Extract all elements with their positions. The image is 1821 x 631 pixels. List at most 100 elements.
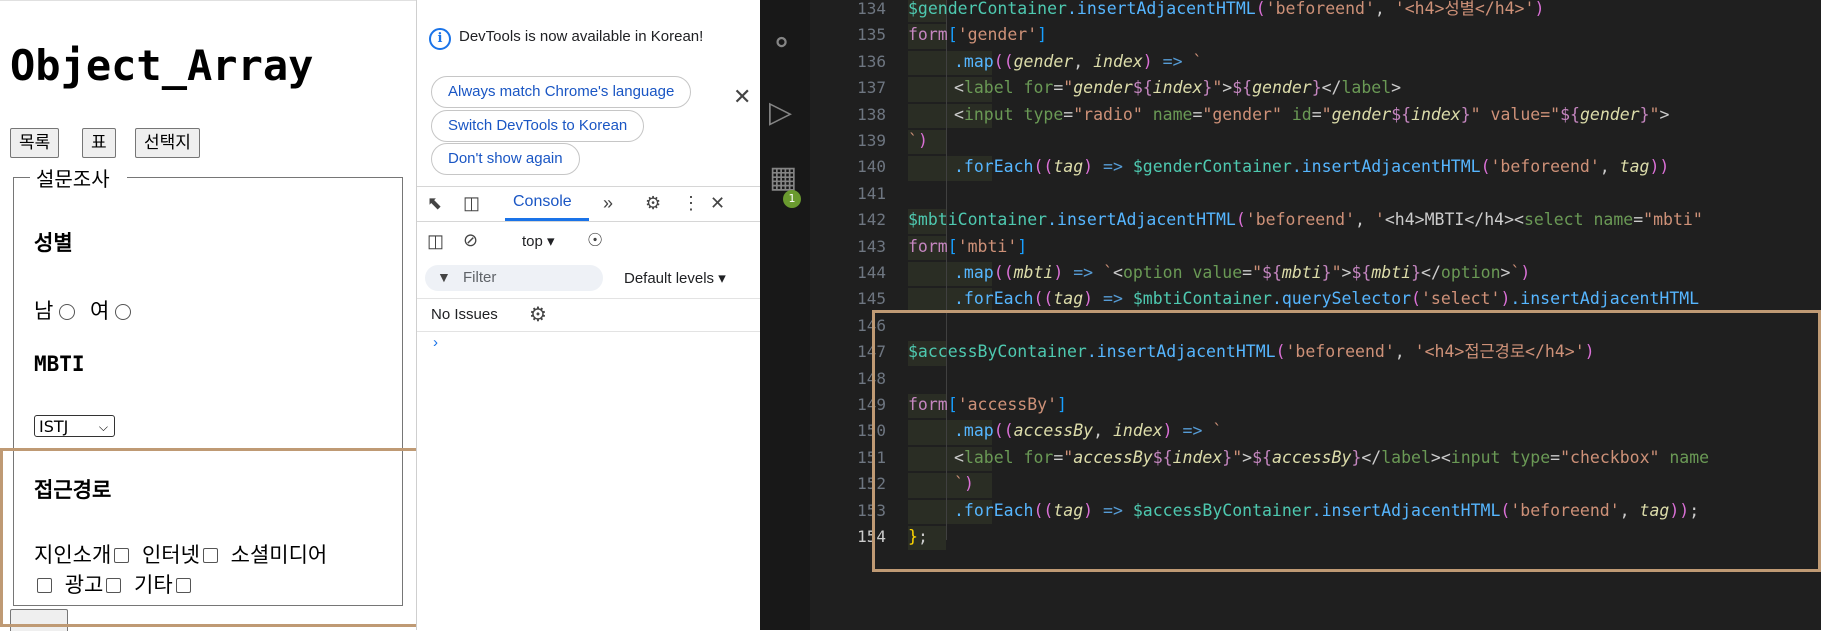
sidebar-toggle-icon[interactable]: ◫: [427, 231, 444, 252]
devtools-toolbar: ⬉ ◫ Console » ⚙ ⋮ ✕: [417, 186, 760, 222]
list-button[interactable]: 목록: [10, 128, 60, 158]
code-line: form['gender']: [908, 25, 1048, 45]
dont-show-again-button[interactable]: Don't show again: [431, 143, 580, 175]
console-prompt-icon[interactable]: ›: [433, 334, 438, 351]
access-label: 기타: [134, 573, 173, 597]
code-line: <label for="accessBy${index}">${accessBy…: [954, 447, 1710, 467]
line-number: 137: [857, 78, 886, 98]
line-number: 151: [857, 447, 886, 467]
code-line: $genderContainer.insertAdjacentHTML('bef…: [908, 0, 1545, 18]
indent-guide: [946, 0, 947, 540]
filter-icon: ▼: [437, 269, 451, 285]
gender-radio-male[interactable]: [59, 304, 76, 320]
line-number: 147: [857, 342, 886, 362]
log-levels-dropdown[interactable]: Default levels ▾: [624, 269, 726, 287]
code-line: .map((accessBy, index) => `: [954, 421, 1223, 441]
more-options-icon[interactable]: ⋮: [682, 193, 700, 214]
activity-bar: ⚬ ▷ ▦ 1: [760, 0, 810, 630]
gender-heading: 성별: [34, 231, 73, 255]
line-number: 142: [857, 210, 886, 230]
line-number: 152: [857, 474, 886, 494]
context-select[interactable]: top ▾: [522, 232, 555, 250]
line-number: 141: [857, 183, 886, 203]
code-line: .map((gender, index) => `: [954, 51, 1203, 71]
code-area[interactable]: $genderContainer.insertAdjacentHTML('bef…: [908, 0, 1821, 630]
fieldset-border: [127, 177, 402, 178]
line-number: 135: [857, 25, 886, 45]
context-value: top: [522, 233, 543, 250]
line-number: 145: [857, 289, 886, 309]
more-tabs-icon[interactable]: »: [603, 193, 613, 214]
fieldset-legend: 설문조사: [36, 167, 110, 191]
source-control-icon[interactable]: ⚬: [769, 26, 794, 61]
line-number: 134: [857, 0, 886, 18]
line-number: 136: [857, 51, 886, 71]
survey-fieldset: 설문조사 성별 남 여 MBTI ISTJ ⌵ 접근경로 지인소개 인터넷 소셜…: [13, 167, 403, 606]
page-title: Object_Array: [10, 41, 314, 90]
access-checkbox[interactable]: [114, 547, 130, 563]
access-checkbox[interactable]: [37, 577, 52, 593]
partially-hidden-button[interactable]: [10, 609, 68, 631]
table-button[interactable]: 표: [82, 128, 116, 158]
filter-input[interactable]: [425, 265, 603, 291]
close-icon[interactable]: ✕: [733, 84, 751, 110]
code-line: .forEach((tag) => $genderContainer.inser…: [954, 157, 1670, 177]
line-number: 143: [857, 236, 886, 256]
chevron-down-icon: ⌵: [98, 420, 108, 434]
code-line: <input type="radio" name="gender" id="ge…: [954, 104, 1670, 124]
access-checkbox[interactable]: [202, 547, 218, 563]
always-match-language-button[interactable]: Always match Chrome's language: [431, 76, 692, 108]
devtools-panel: i DevTools is now available in Korean! A…: [416, 0, 760, 630]
code-line: form['accessBy']: [908, 395, 1067, 414]
access-label: 인터넷: [141, 543, 200, 567]
access-label: 소셜미디어: [230, 543, 328, 567]
choice-button[interactable]: 선택지: [135, 128, 200, 158]
notification-badge: 1: [783, 190, 801, 208]
filter-placeholder: Filter: [463, 269, 497, 286]
run-debug-icon[interactable]: ▷: [769, 95, 792, 130]
code-line: $accessByContainer.insertAdjacentHTML('b…: [908, 342, 1595, 362]
mbti-select[interactable]: ISTJ ⌵: [34, 415, 115, 437]
line-number: 148: [857, 368, 886, 388]
device-toolbar-icon[interactable]: ◫: [463, 193, 480, 214]
eye-icon[interactable]: ☉: [587, 230, 603, 251]
code-line: };: [908, 527, 928, 546]
access-label: 광고: [64, 573, 104, 597]
code-line: .forEach((tag) => $mbtiContainer.querySe…: [954, 289, 1700, 309]
code-line: `): [954, 474, 974, 494]
line-number: 146: [857, 315, 886, 335]
gear-icon[interactable]: ⚙: [645, 193, 661, 214]
console-toolbar: ◫ ⊘ top ▾ ☉: [417, 224, 760, 258]
code-editor: ⚬ ▷ ▦ 1 134 135 136 137 138 139 140 141 142 143 14…: [760, 0, 1821, 630]
info-icon: i: [429, 28, 451, 50]
line-number: 139: [857, 131, 886, 150]
issues-bar: No Issues ⚙: [417, 298, 760, 332]
code-line: `): [908, 131, 928, 150]
line-number: 149: [857, 395, 886, 414]
access-label: 지인소개: [34, 543, 112, 567]
active-tab-indicator: [505, 218, 589, 221]
code-line: $mbtiContainer.insertAdjacentHTML('befor…: [908, 210, 1703, 230]
issues-status: No Issues: [431, 306, 498, 323]
code-line: <label for="gender${index}">${gender}</l…: [954, 78, 1402, 98]
line-number-gutter: 134 135 136 137 138 139 140 141 142 143 144 145 146 1…: [810, 0, 890, 630]
clear-console-icon[interactable]: ⊘: [463, 230, 478, 251]
switch-to-korean-button[interactable]: Switch DevTools to Korean: [431, 110, 645, 142]
line-number: 144: [857, 263, 886, 282]
language-info-message: DevTools is now available in Korean!: [459, 28, 704, 45]
access-checkbox[interactable]: [175, 577, 191, 593]
access-heading: 접근경로: [34, 478, 112, 502]
gender-radio-female[interactable]: [115, 304, 132, 320]
close-devtools-icon[interactable]: ✕: [710, 193, 725, 214]
line-number: 153: [857, 500, 886, 520]
inspect-element-icon[interactable]: ⬉: [427, 193, 442, 214]
gender-label-female: 여: [90, 299, 110, 323]
code-line: .map((mbti) => `<option value="${mbti}">…: [954, 263, 1531, 282]
log-levels-label: Default levels: [624, 270, 715, 287]
tab-console[interactable]: Console: [513, 193, 572, 211]
access-options-row2: 광고 기타: [34, 569, 197, 599]
access-checkbox[interactable]: [106, 577, 122, 593]
gear-icon[interactable]: ⚙: [529, 302, 547, 327]
line-number: 140: [857, 157, 886, 177]
code-line: .forEach((tag) => $accessByContainer.ins…: [954, 500, 1700, 520]
